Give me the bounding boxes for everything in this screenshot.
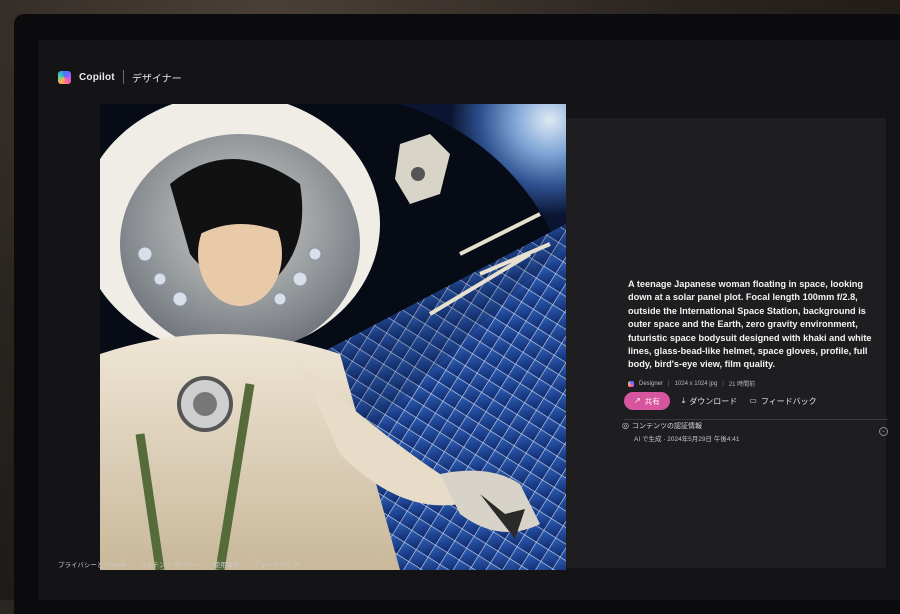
designer-icon [628,380,634,387]
footer-link-feedback[interactable]: フィードバック [254,559,299,569]
image-meta: Designer | 1024 x 1024 jpg | 21 時間前 [628,379,755,388]
footer-link-privacy[interactable]: プライバシーと Cookie [58,559,125,569]
action-bar: ↗ 共有 ⤓ ダウンロード ▭ フィードバック [624,392,817,410]
section-title[interactable]: デザイナー [132,70,182,85]
monitor-screen: Copilot デザイナー A teenage Japanese woman f… [38,40,900,600]
app-header: Copilot デザイナー [58,66,182,88]
credentials-subtitle: AI で生成 · 2024年5月29日 午後4:41 [634,436,740,443]
copilot-logo-icon[interactable] [58,70,71,84]
footer-link-terms[interactable]: 使用条件 [214,559,240,569]
download-label: ダウンロード [689,396,738,406]
meta-separator: | [668,380,670,387]
download-icon: ⤓ [681,396,686,405]
share-button[interactable]: ↗ 共有 [624,392,670,410]
feedback-icon: ▭ [749,396,757,405]
generated-image[interactable] [100,104,566,570]
brand-name[interactable]: Copilot [79,72,115,83]
header-divider [122,70,124,84]
credentials-icon: ◎ [622,421,629,430]
meta-separator: | [722,380,724,387]
feedback-label: フィードバック [760,396,817,406]
share-icon: ↗ [634,396,641,405]
share-label: 共有 [644,396,660,406]
meta-age: 21 時間前 [728,382,756,388]
credentials-title-row: ◎ コンテンツの認証情報 [622,421,888,431]
feedback-button[interactable]: ▭ フィードバック [749,396,816,407]
credentials-title: コンテンツの認証情報 [631,423,702,430]
chevron-down-icon[interactable]: ⌄ [879,427,888,436]
content-credentials[interactable]: ◎ コンテンツの認証情報 AI で生成 · 2024年5月29日 午後4:41 … [622,421,888,443]
footer-links: プライバシーと Cookie コンテンツ ポリシー 使用条件 フィードバック [58,559,299,569]
download-button[interactable]: ⤓ ダウンロード [682,396,738,407]
panel-divider [624,419,888,420]
image-prompt: A teenage Japanese woman floating in spa… [628,279,872,370]
footer-link-content-policy[interactable]: コンテンツ ポリシー [139,559,199,569]
image-artwork [100,104,566,570]
meta-source: Designer [639,380,664,387]
meta-dimensions: 1024 x 1024 jpg [674,380,718,387]
